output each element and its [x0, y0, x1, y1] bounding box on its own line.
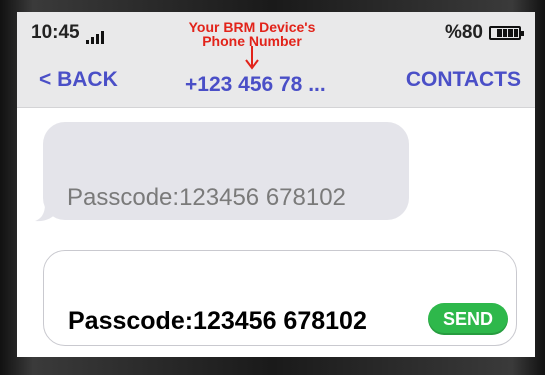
incoming-message-bubble: Passcode:123456 678102 — [43, 122, 409, 220]
bubble-tail-icon — [35, 204, 57, 222]
status-and-nav-bar: 10:45 Your BRM Device's Phone Number %80… — [17, 12, 535, 108]
battery-status: %80 — [444, 22, 524, 44]
contacts-button[interactable]: CONTACTS — [406, 68, 521, 92]
phone-frame: 10:45 Your BRM Device's Phone Number %80… — [0, 0, 545, 375]
time-text: 10:45 — [31, 22, 80, 43]
battery-icon — [489, 26, 524, 40]
back-button[interactable]: < BACK — [39, 68, 118, 92]
annotation-arrow-icon — [245, 46, 259, 70]
message-thread: Passcode:123456 678102 Passcode:123456 6… — [17, 108, 535, 357]
battery-percent: %80 — [444, 22, 483, 43]
composer-input-text[interactable]: Passcode:123456 678102 — [68, 307, 367, 336]
message-composer[interactable]: Passcode:123456 678102 SEND — [43, 250, 517, 346]
phone-number-annotation: Your BRM Device's Phone Number — [177, 20, 327, 48]
incoming-message-text: Passcode:123456 678102 — [67, 184, 346, 211]
status-time: 10:45 — [31, 22, 104, 44]
signal-icon — [85, 30, 104, 44]
conversation-title-phone-number[interactable]: +123 456 78 ... — [185, 73, 326, 97]
phone-screen: 10:45 Your BRM Device's Phone Number %80… — [17, 12, 535, 357]
annotation-line-1: Your BRM Device's — [188, 19, 316, 35]
send-button[interactable]: SEND — [428, 303, 508, 335]
